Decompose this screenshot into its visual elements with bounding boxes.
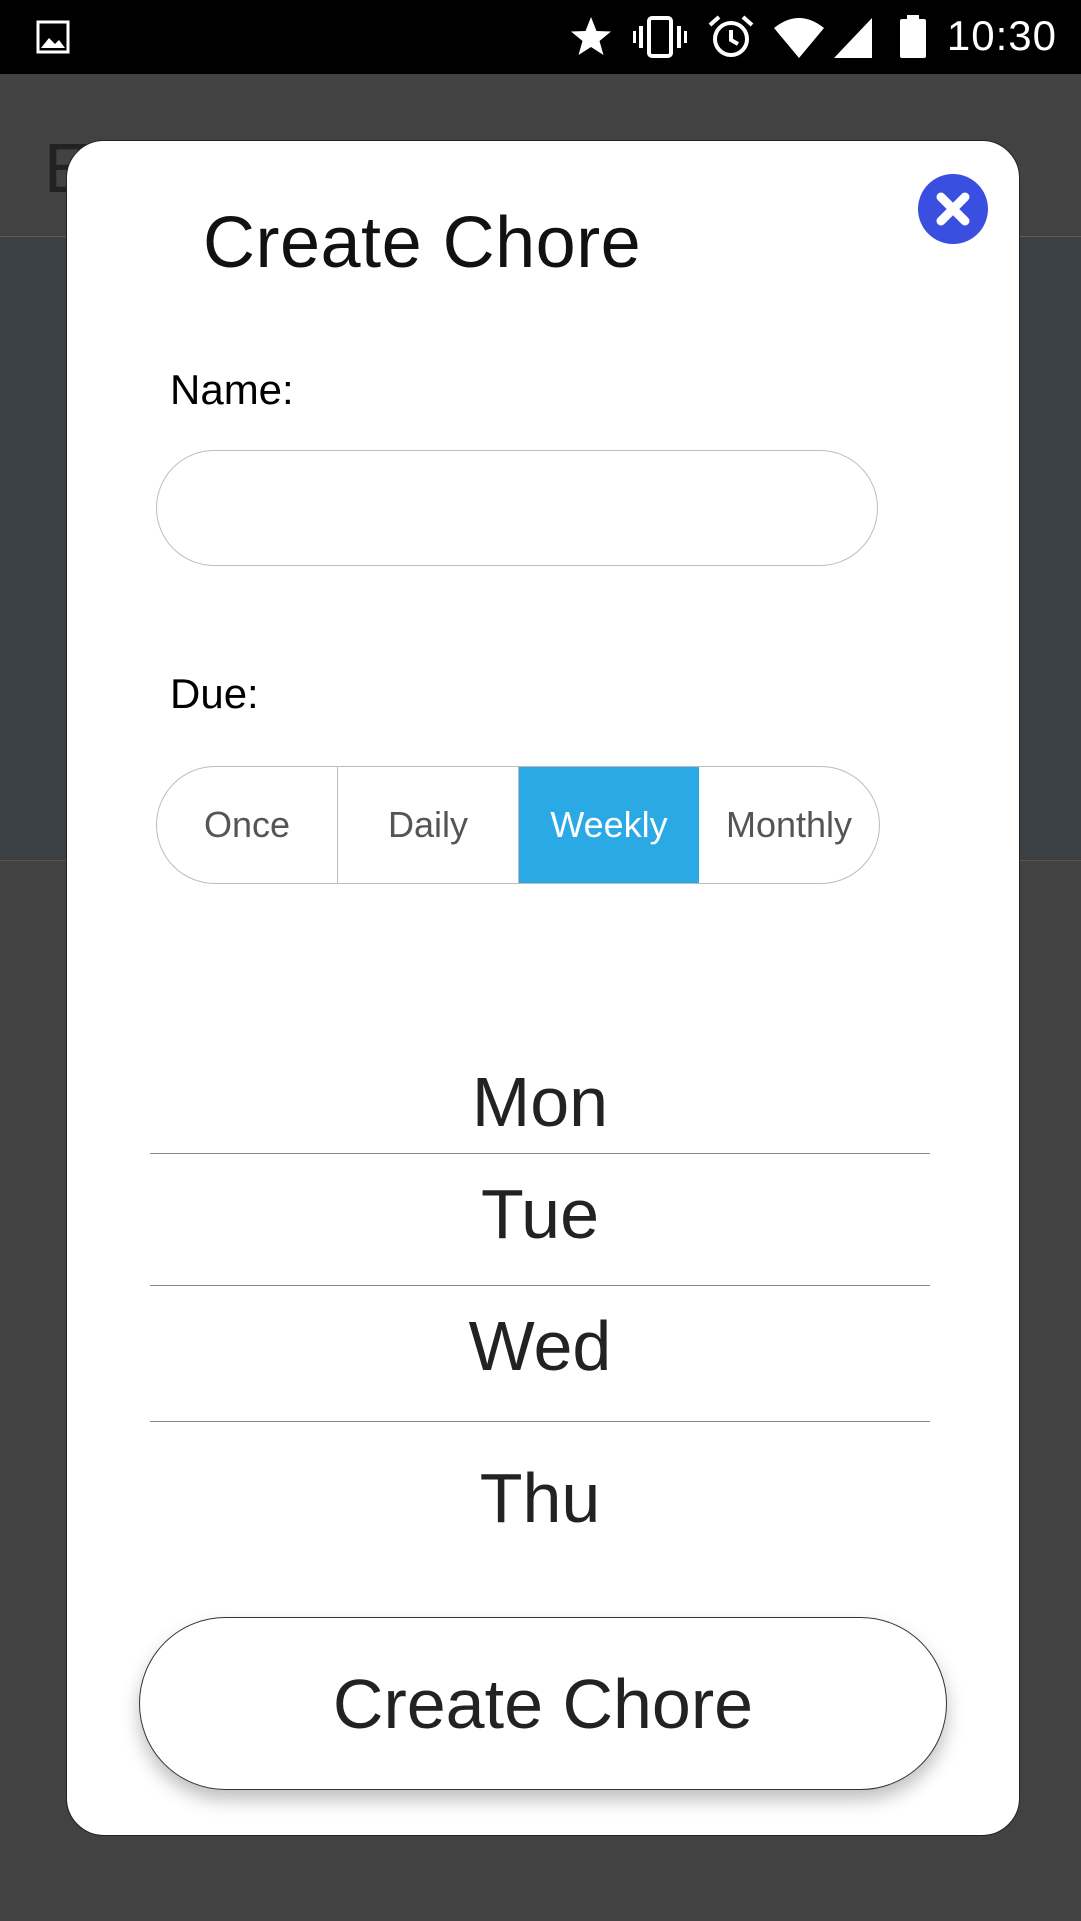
day-picker-item-wed[interactable]: Wed: [150, 1306, 930, 1386]
status-bar: 10:30: [0, 0, 1081, 74]
due-frequency-selector: Once Daily Weekly Monthly: [156, 766, 880, 884]
battery-icon: [900, 15, 926, 58]
modal-title: Create Chore: [203, 203, 642, 283]
due-label: Due:: [170, 670, 259, 717]
picker-divider: [150, 1285, 930, 1286]
close-button[interactable]: [918, 174, 988, 244]
day-picker-item-mon[interactable]: Mon: [150, 1062, 930, 1142]
picker-divider: [150, 1421, 930, 1422]
due-option-monthly[interactable]: Monthly: [699, 767, 879, 883]
day-picker-item-tue[interactable]: Tue: [150, 1174, 930, 1254]
close-icon: [936, 192, 970, 226]
due-option-daily[interactable]: Daily: [338, 767, 519, 883]
wifi-icon: [774, 18, 824, 58]
alarm-icon: [708, 15, 754, 57]
picker-divider: [150, 1153, 930, 1154]
name-input[interactable]: [156, 450, 878, 566]
create-chore-button[interactable]: Create Chore: [139, 1617, 947, 1790]
due-option-weekly[interactable]: Weekly: [519, 767, 699, 883]
vibrate-icon: [633, 16, 687, 58]
name-label: Name:: [170, 366, 294, 413]
status-time: 10:30: [946, 12, 1057, 59]
day-picker-item-thu[interactable]: Thu: [150, 1458, 930, 1538]
signal-icon: [834, 18, 872, 58]
image-icon: [36, 20, 70, 54]
due-option-once[interactable]: Once: [157, 767, 338, 883]
star-icon: [571, 17, 611, 55]
